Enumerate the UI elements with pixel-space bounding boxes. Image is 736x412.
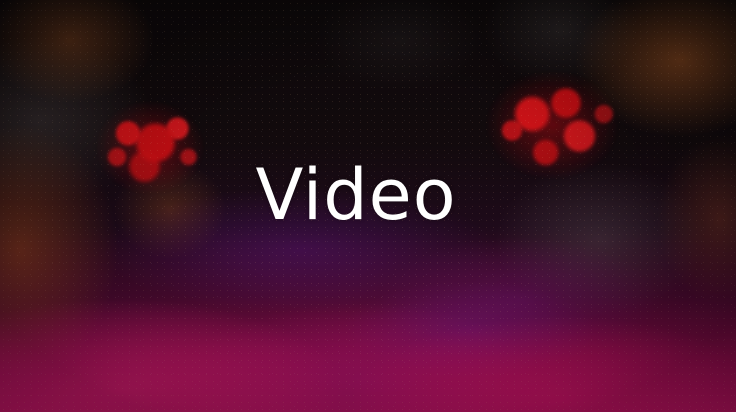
video-thumbnail[interactable]: Video xyxy=(0,0,736,412)
video-title: Video xyxy=(255,154,457,236)
